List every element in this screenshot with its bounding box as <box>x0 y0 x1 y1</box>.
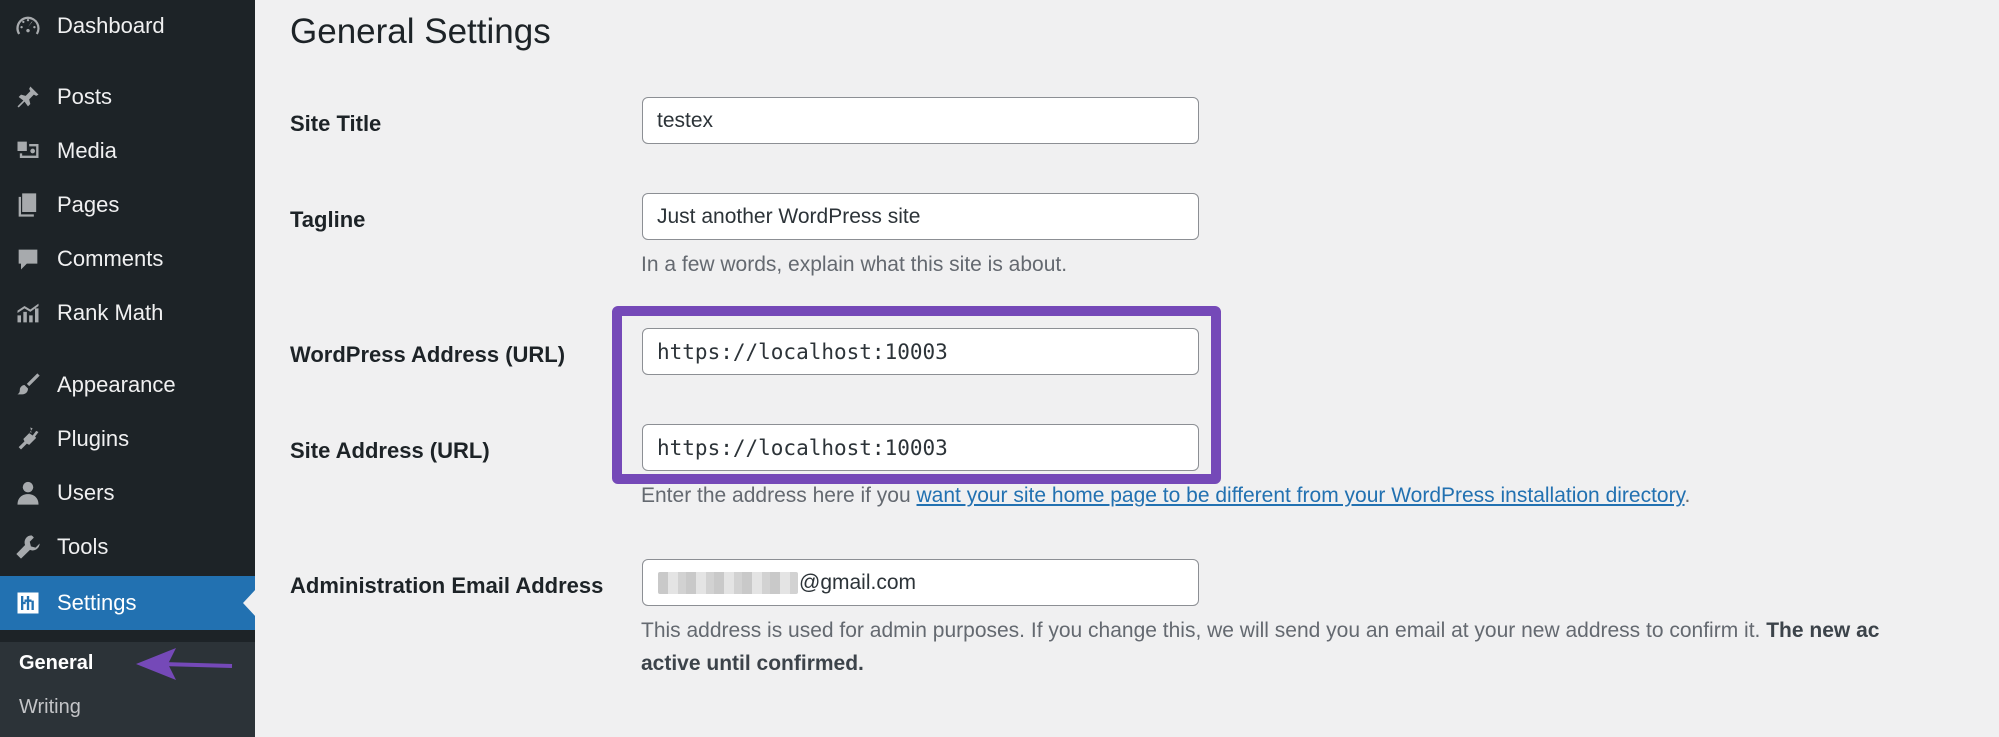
tagline-label: Tagline <box>290 207 366 232</box>
description-bold: The new ac <box>1766 619 1880 642</box>
admin-email-label: Administration Email Address <box>290 573 604 598</box>
dashboard-icon <box>13 11 43 41</box>
user-icon <box>13 478 43 508</box>
wordpress-address-label: WordPress Address (URL) <box>290 342 566 367</box>
brush-icon <box>13 370 43 400</box>
menu-item-pages[interactable]: Pages <box>0 179 255 231</box>
settings-icon <box>13 588 43 618</box>
settings-submenu: General Writing <box>0 642 255 737</box>
menu-label: Tools <box>57 534 109 559</box>
menu-item-plugins[interactable]: Plugins <box>0 413 255 465</box>
admin-email-description-line2: active until confirmed. <box>641 652 864 676</box>
menu-item-media[interactable]: Media <box>0 125 255 177</box>
menu-label: Media <box>57 138 117 163</box>
site-title-label: Site Title <box>290 111 382 136</box>
menu-item-tools[interactable]: Tools <box>0 521 255 573</box>
menu-item-users[interactable]: Users <box>0 467 255 519</box>
menu-item-posts[interactable]: Posts <box>0 71 255 123</box>
pin-icon <box>13 82 43 112</box>
site-address-help-link[interactable]: want your site home page to be different… <box>917 484 1685 507</box>
menu-label: Users <box>57 480 115 505</box>
menu-label: Settings <box>57 590 137 615</box>
description-bold: active until confirmed. <box>641 652 864 675</box>
menu-label: Posts <box>57 84 113 109</box>
admin-sidebar: Dashboard Posts Media Pages Comments Ran… <box>0 0 256 737</box>
menu-item-rank-math[interactable]: Rank Math <box>0 287 255 339</box>
site-address-description: Enter the address here if you want your … <box>641 484 1690 508</box>
admin-email-domain: @gmail.com <box>799 571 917 594</box>
pages-icon <box>13 190 43 220</box>
menu-label: Rank Math <box>57 300 164 325</box>
menu-label: Plugins <box>57 426 130 451</box>
redacted-email-user <box>658 572 798 594</box>
menu-item-dashboard[interactable]: Dashboard <box>0 0 255 52</box>
menu-item-comments[interactable]: Comments <box>0 233 255 285</box>
main-content: General Settings Site Title Tagline In a… <box>255 0 1999 737</box>
arrow-annotation-icon <box>136 648 233 680</box>
highlight-annotation <box>612 306 1221 484</box>
submenu-item-writing[interactable]: Writing <box>19 696 81 719</box>
tagline-input[interactable] <box>642 193 1199 240</box>
site-title-input[interactable] <box>642 97 1199 144</box>
site-address-label: Site Address (URL) <box>290 438 490 463</box>
wrench-icon <box>13 532 43 562</box>
chart-icon <box>13 298 43 328</box>
page-title: General Settings <box>290 12 551 51</box>
menu-item-settings[interactable]: Settings <box>0 576 255 630</box>
menu-label: Comments <box>57 246 164 271</box>
menu-label: Appearance <box>57 372 176 397</box>
plug-icon <box>13 424 43 454</box>
menu-label: Dashboard <box>57 13 165 38</box>
description-text: . <box>1684 484 1691 507</box>
menu-item-appearance[interactable]: Appearance <box>0 359 255 411</box>
tagline-description: In a few words, explain what this site i… <box>641 253 1068 276</box>
admin-email-description: This address is used for admin purposes.… <box>641 619 1879 643</box>
comment-icon <box>13 244 43 274</box>
menu-label: Pages <box>57 192 120 217</box>
description-text: Enter the address here if you <box>641 484 917 507</box>
submenu-item-general[interactable]: General <box>19 652 93 675</box>
description-text: This address is used for admin purposes.… <box>641 619 1761 642</box>
media-icon <box>13 136 43 166</box>
